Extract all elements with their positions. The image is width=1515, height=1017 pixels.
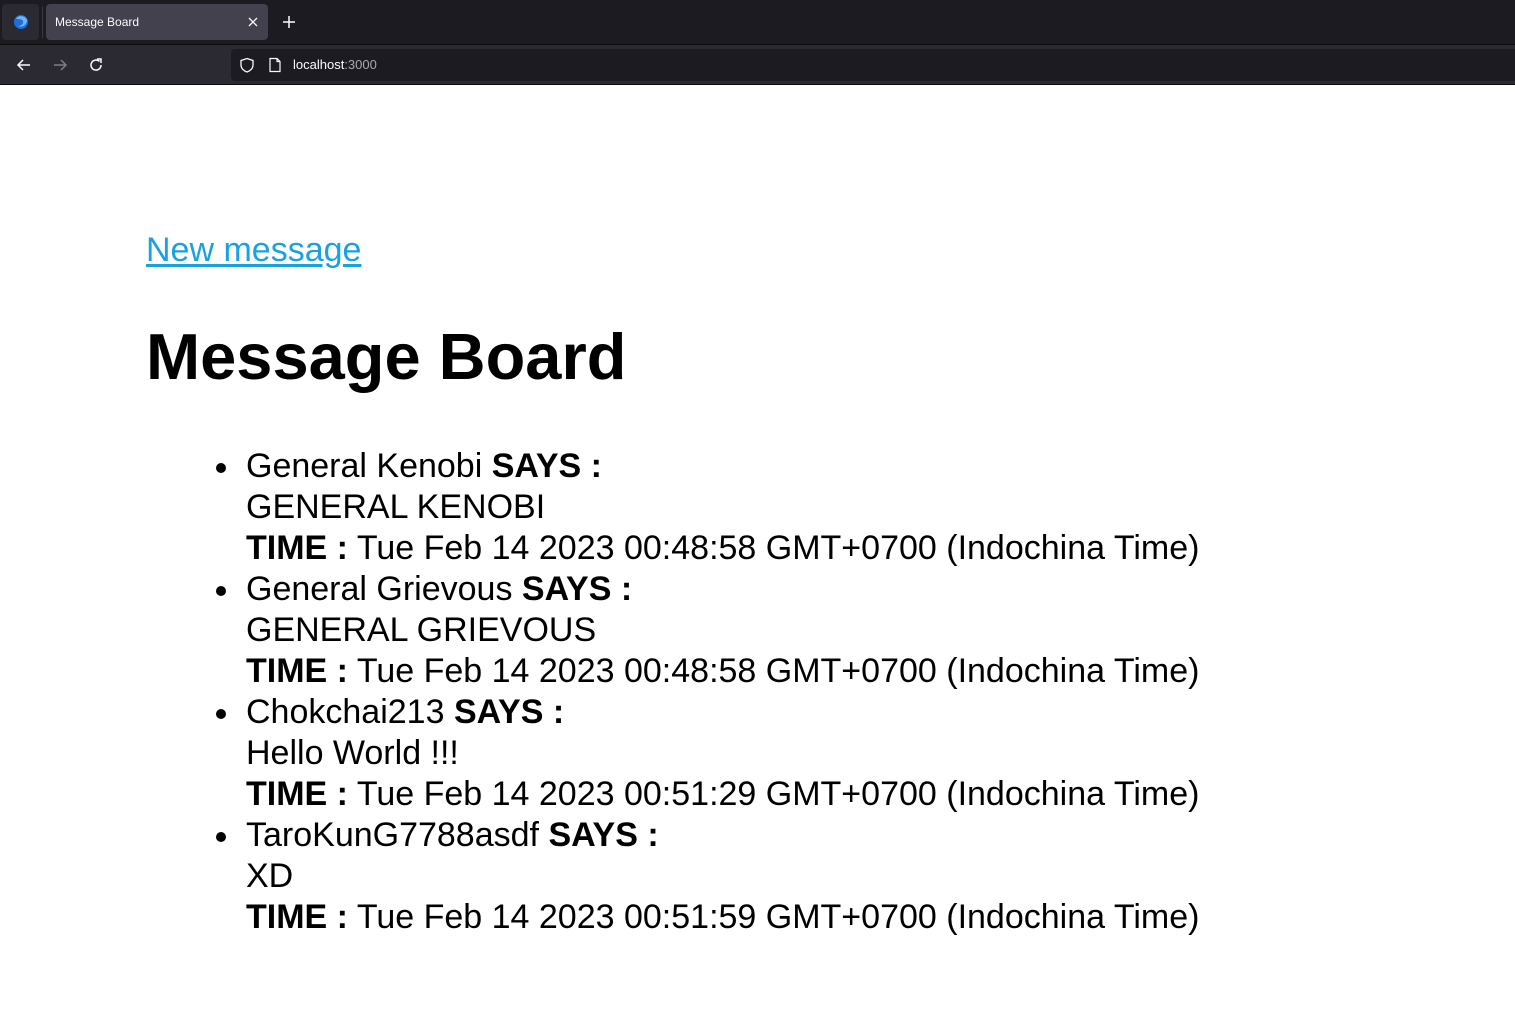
message-text: GENERAL KENOBI	[246, 488, 546, 526]
list-item: General Kenobi SAYS : GENERAL KENOBI TIM…	[216, 446, 1200, 569]
page-icon	[269, 57, 281, 73]
message-time: Tue Feb 14 2023 00:51:59 GMT+0700 (Indoc…	[356, 898, 1200, 936]
says-label: SAYS :	[521, 570, 633, 608]
time-label: TIME :	[246, 898, 348, 936]
message-text: GENERAL GRIEVOUS	[246, 611, 597, 649]
url-text[interactable]: localhost:3000	[293, 57, 377, 73]
tab-message-board[interactable]: Message Board	[46, 4, 268, 40]
message-time: Tue Feb 14 2023 00:51:29 GMT+0700 (Indoc…	[356, 775, 1200, 813]
says-label: SAYS :	[453, 693, 565, 731]
message-time: Tue Feb 14 2023 00:48:58 GMT+0700 (Indoc…	[356, 529, 1200, 567]
says-label: SAYS :	[548, 816, 659, 854]
bullet	[216, 709, 226, 719]
firefox-icon	[13, 15, 28, 29]
bullet	[216, 586, 226, 596]
message-text: Hello World !!!	[246, 734, 459, 772]
reload-icon[interactable]	[84, 53, 108, 77]
page-title: Message Board	[146, 320, 627, 393]
list-item: Chokchai213 SAYS : Hello World !!! TIME …	[216, 692, 1200, 815]
message-author: Chokchai213	[246, 693, 445, 731]
new-message-link[interactable]: New message	[146, 231, 361, 270]
message-time: Tue Feb 14 2023 00:48:58 GMT+0700 (Indoc…	[356, 652, 1200, 690]
time-label: TIME :	[246, 775, 348, 813]
bullet	[216, 832, 226, 842]
message-author: General Kenobi	[246, 447, 483, 485]
list-item: TaroKunG7788asdf SAYS : XD TIME : Tue Fe…	[216, 815, 1200, 938]
arrow-left-icon[interactable]	[12, 53, 36, 77]
says-label: SAYS :	[491, 447, 602, 485]
message-text: XD	[246, 857, 294, 895]
navigation-bar: localhost:3000	[0, 44, 1515, 84]
url-port: :3000	[344, 57, 377, 72]
firefox-menu-button[interactable]	[2, 4, 39, 40]
time-label: TIME :	[246, 529, 348, 567]
url-bar[interactable]: localhost:3000	[231, 49, 1515, 81]
close-icon[interactable]	[244, 13, 262, 31]
tab-separator	[42, 6, 43, 38]
shield-icon[interactable]	[239, 57, 255, 73]
tab-bar: Message Board	[0, 0, 1515, 44]
bullet	[216, 463, 226, 473]
time-label: TIME :	[246, 652, 348, 690]
tab-title: Message Board	[55, 15, 140, 29]
chrome-divider	[0, 84, 1515, 85]
arrow-right-icon[interactable]	[48, 53, 72, 77]
list-item: General Grievous SAYS : GENERAL GRIEVOUS…	[216, 569, 1200, 692]
url-host: localhost	[293, 57, 345, 72]
message-author: General Grievous	[246, 570, 513, 608]
plus-icon[interactable]	[278, 11, 300, 33]
message-list: General Kenobi SAYS : GENERAL KENOBI TIM…	[216, 446, 1200, 938]
message-author: TaroKunG7788asdf	[246, 816, 539, 854]
